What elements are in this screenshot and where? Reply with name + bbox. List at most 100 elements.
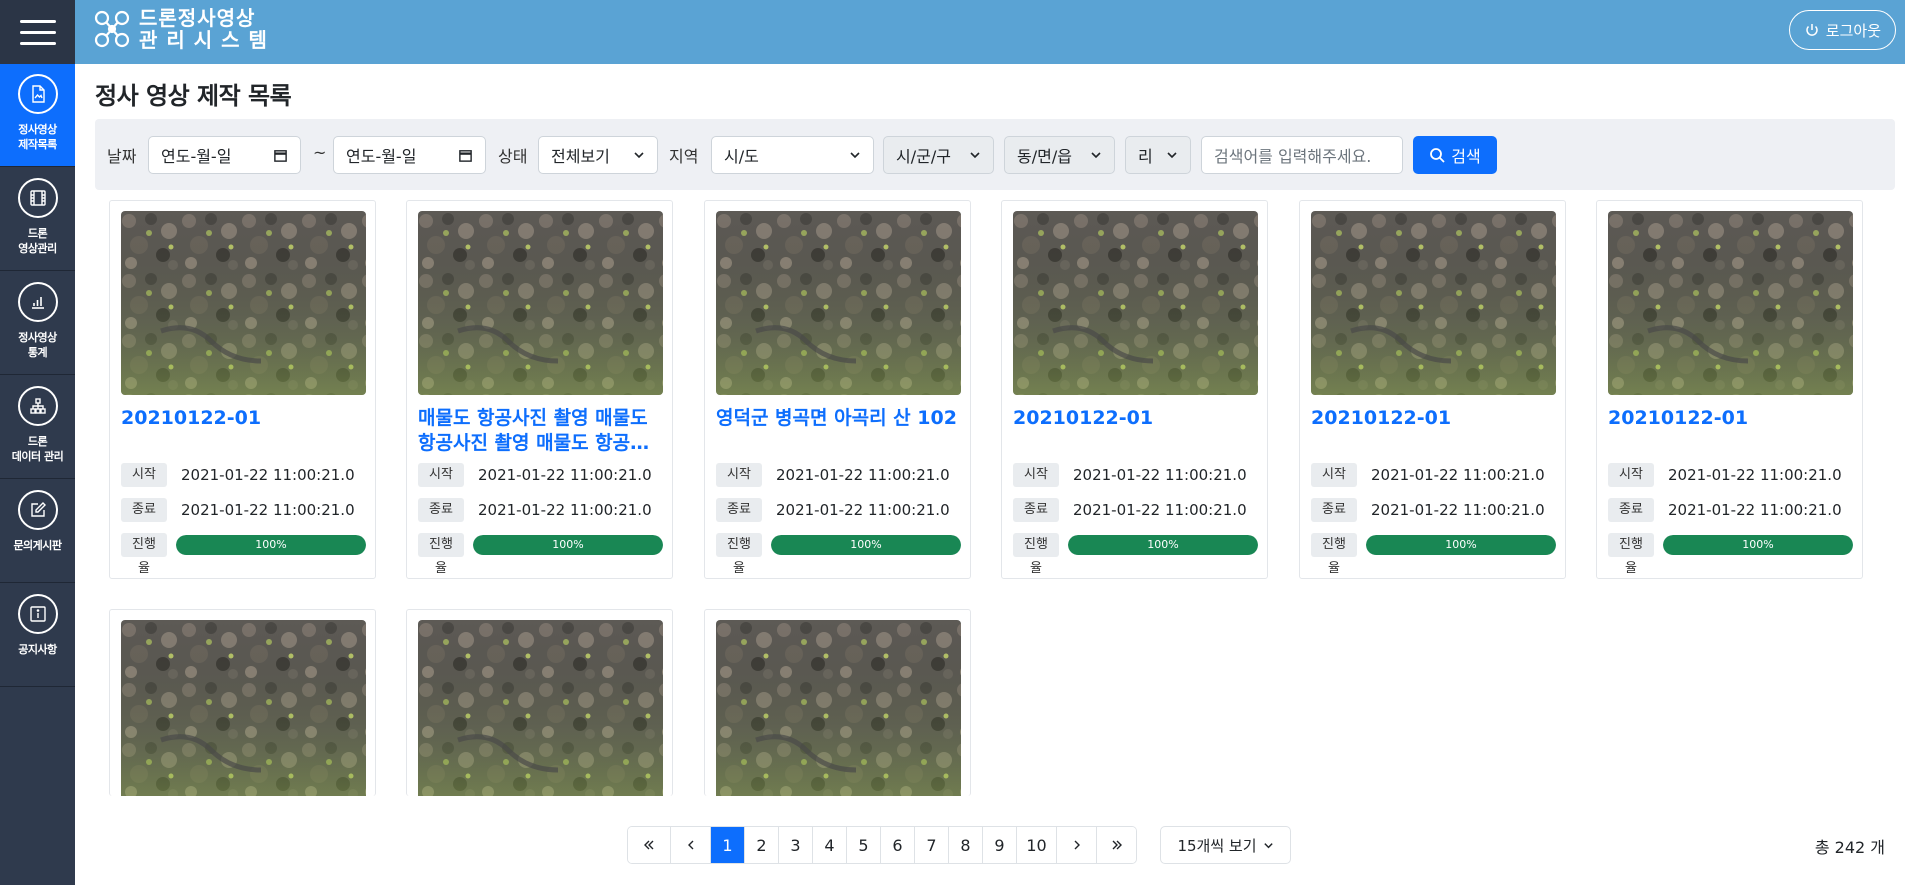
next-page-button[interactable] — [1056, 827, 1096, 863]
ri-select[interactable]: 리 — [1125, 136, 1191, 174]
aerial-thumbnail[interactable] — [1608, 211, 1853, 395]
sidebar-item-inquiry[interactable]: 문의게시판 — [0, 480, 75, 583]
ri-value: 리 — [1138, 147, 1153, 166]
search-button[interactable]: 검색 — [1413, 136, 1497, 174]
aerial-thumbnail[interactable] — [121, 620, 366, 796]
aerial-thumbnail[interactable] — [418, 620, 663, 796]
page-4-button[interactable]: 4 — [812, 827, 846, 863]
chevron-right-icon — [1074, 840, 1080, 850]
progress-row: 진행율 100% — [1013, 533, 1258, 576]
region-label: 지역 — [669, 147, 699, 166]
sidebar-item-stats[interactable]: 정사영상 통계 — [0, 272, 75, 375]
project-card[interactable]: 20210122-01 시작 2021-01-22 11:00:21.0 종료 2021… — [1596, 200, 1863, 579]
chevron-double-right-icon — [1112, 840, 1122, 850]
start-label: 시작 — [716, 463, 762, 487]
start-time: 2021-01-22 11:00:21.0 — [776, 466, 950, 484]
project-card[interactable]: 20210122-01 시작 2021-01-22 11:00:21.0 종료 2021… — [1299, 200, 1566, 579]
project-card[interactable] — [406, 609, 673, 796]
bar-chart-icon — [17, 282, 58, 322]
end-label: 종료 — [418, 498, 464, 522]
logo-title-line2: 관 리 시 스 템 — [139, 28, 268, 52]
sidebar-item-drone-data[interactable]: 드론 데이터 관리 — [0, 376, 75, 479]
progress-bar: 100% — [1663, 535, 1853, 555]
logo-title-line1: 드론정사영상 — [139, 6, 256, 30]
start-time: 2021-01-22 11:00:21.0 — [181, 466, 355, 484]
end-time: 2021-01-22 11:00:21.0 — [776, 501, 950, 519]
page-5-button[interactable]: 5 — [846, 827, 880, 863]
page-7-button[interactable]: 7 — [914, 827, 948, 863]
aerial-thumbnail[interactable] — [716, 211, 961, 395]
search-input[interactable]: 검색어를 입력해주세요. — [1201, 136, 1403, 174]
card-title[interactable]: 20210122-01 — [1013, 406, 1258, 431]
progress-fill: 100% — [1663, 535, 1853, 555]
end-time: 2021-01-22 11:00:21.0 — [1073, 501, 1247, 519]
film-icon — [17, 178, 58, 218]
aerial-thumbnail[interactable] — [716, 620, 961, 796]
end-label: 종료 — [716, 498, 762, 522]
page-1-button[interactable]: 1 — [710, 827, 744, 863]
end-time: 2021-01-22 11:00:21.0 — [1371, 501, 1545, 519]
start-row: 시작 2021-01-22 11:00:21.0 — [1608, 463, 1853, 487]
aerial-thumbnail[interactable] — [1311, 211, 1556, 395]
dong-value: 동/면/읍 — [1017, 147, 1072, 166]
dong-select[interactable]: 동/면/읍 — [1004, 136, 1115, 174]
sigungu-select[interactable]: 시/군/구 — [883, 136, 994, 174]
start-time: 2021-01-22 11:00:21.0 — [1371, 466, 1545, 484]
sidebar-item-notice[interactable]: 공지사항 — [0, 584, 75, 687]
hamburger-menu-icon[interactable] — [0, 0, 75, 64]
page-10-button[interactable]: 10 — [1016, 827, 1056, 863]
progress-bar: 100% — [1366, 535, 1556, 555]
progress-row: 진행율 100% — [716, 533, 961, 576]
sidebar-item-label: 공지사항 — [18, 643, 57, 656]
sidebar-item-drone-video[interactable]: 드론 영상관리 — [0, 168, 75, 271]
last-page-button[interactable] — [1096, 827, 1136, 863]
sigungu-value: 시/군/구 — [896, 147, 951, 166]
search-icon — [1430, 148, 1445, 163]
page-size-select[interactable]: 15개씩 보기 — [1160, 826, 1291, 864]
status-value: 전체보기 — [551, 147, 610, 166]
chevron-down-icon — [1091, 152, 1101, 159]
page-2-button[interactable]: 2 — [744, 827, 778, 863]
project-card[interactable]: 영덕군 병곡면 아곡리 산 102 시작 2021-01-22 11:00:21.0… — [704, 200, 971, 579]
date-from-input[interactable]: 연도-월-일 — [148, 136, 301, 174]
app-logo[interactable]: 드론정사영상 관 리 시 스 템 — [93, 6, 268, 52]
info-square-icon — [17, 594, 58, 634]
start-row: 시작 2021-01-22 11:00:21.0 — [1013, 463, 1258, 487]
prev-page-button[interactable] — [670, 827, 710, 863]
logout-button[interactable]: 로그아웃 — [1788, 10, 1896, 50]
top-bar: 드론정사영상 관 리 시 스 템 로그아웃 — [75, 0, 1905, 64]
calendar-icon[interactable] — [458, 148, 473, 163]
calendar-icon[interactable] — [273, 148, 288, 163]
aerial-thumbnail[interactable] — [1013, 211, 1258, 395]
date-to-input[interactable]: 연도-월-일 — [333, 136, 486, 174]
search-button-label: 검색 — [1451, 147, 1481, 166]
card-title[interactable]: 20210122-01 — [121, 406, 366, 431]
sidebar-item-ortho-list[interactable]: 정사영상 제작목록 — [0, 64, 75, 167]
progress-bar: 100% — [1068, 535, 1258, 555]
project-card[interactable] — [704, 609, 971, 796]
page-6-button[interactable]: 6 — [880, 827, 914, 863]
project-card[interactable]: 20210122-01 시작 2021-01-22 11:00:21.0 종료 2021… — [109, 200, 376, 579]
card-title[interactable]: 20210122-01 — [1311, 406, 1556, 431]
page-9-button[interactable]: 9 — [982, 827, 1016, 863]
page-3-button[interactable]: 3 — [778, 827, 812, 863]
project-card[interactable]: 매물도 항공사진 촬영 매물도 항공사진 촬영 매물도 항공사진 촬영시작 202… — [406, 200, 673, 579]
sidebar-item-label: 정사영상 통계 — [18, 331, 57, 359]
page-8-button[interactable]: 8 — [948, 827, 982, 863]
end-row: 종료 2021-01-22 11:00:21.0 — [1013, 498, 1258, 522]
project-card[interactable]: 20210122-01 시작 2021-01-22 11:00:21.0 종료 2021… — [1001, 200, 1268, 579]
card-title[interactable]: 20210122-01 — [1608, 406, 1853, 431]
card-title[interactable]: 매물도 항공사진 촬영 매물도 항공사진 촬영 매물도 항공사진 촬영 — [418, 406, 663, 456]
aerial-thumbnail[interactable] — [121, 211, 366, 395]
sido-select[interactable]: 시/도 — [711, 136, 874, 174]
progress-row: 진행율 100% — [121, 533, 366, 576]
first-page-button[interactable] — [628, 827, 670, 863]
card-title[interactable]: 영덕군 병곡면 아곡리 산 102 — [716, 406, 961, 431]
power-icon — [1806, 24, 1818, 36]
sidebar-item-label: 문의게시판 — [13, 539, 62, 552]
pencil-square-icon — [17, 490, 58, 530]
project-card[interactable] — [109, 609, 376, 796]
progress-fill: 100% — [473, 535, 663, 555]
status-select[interactable]: 전체보기 — [538, 136, 658, 174]
aerial-thumbnail[interactable] — [418, 211, 663, 395]
